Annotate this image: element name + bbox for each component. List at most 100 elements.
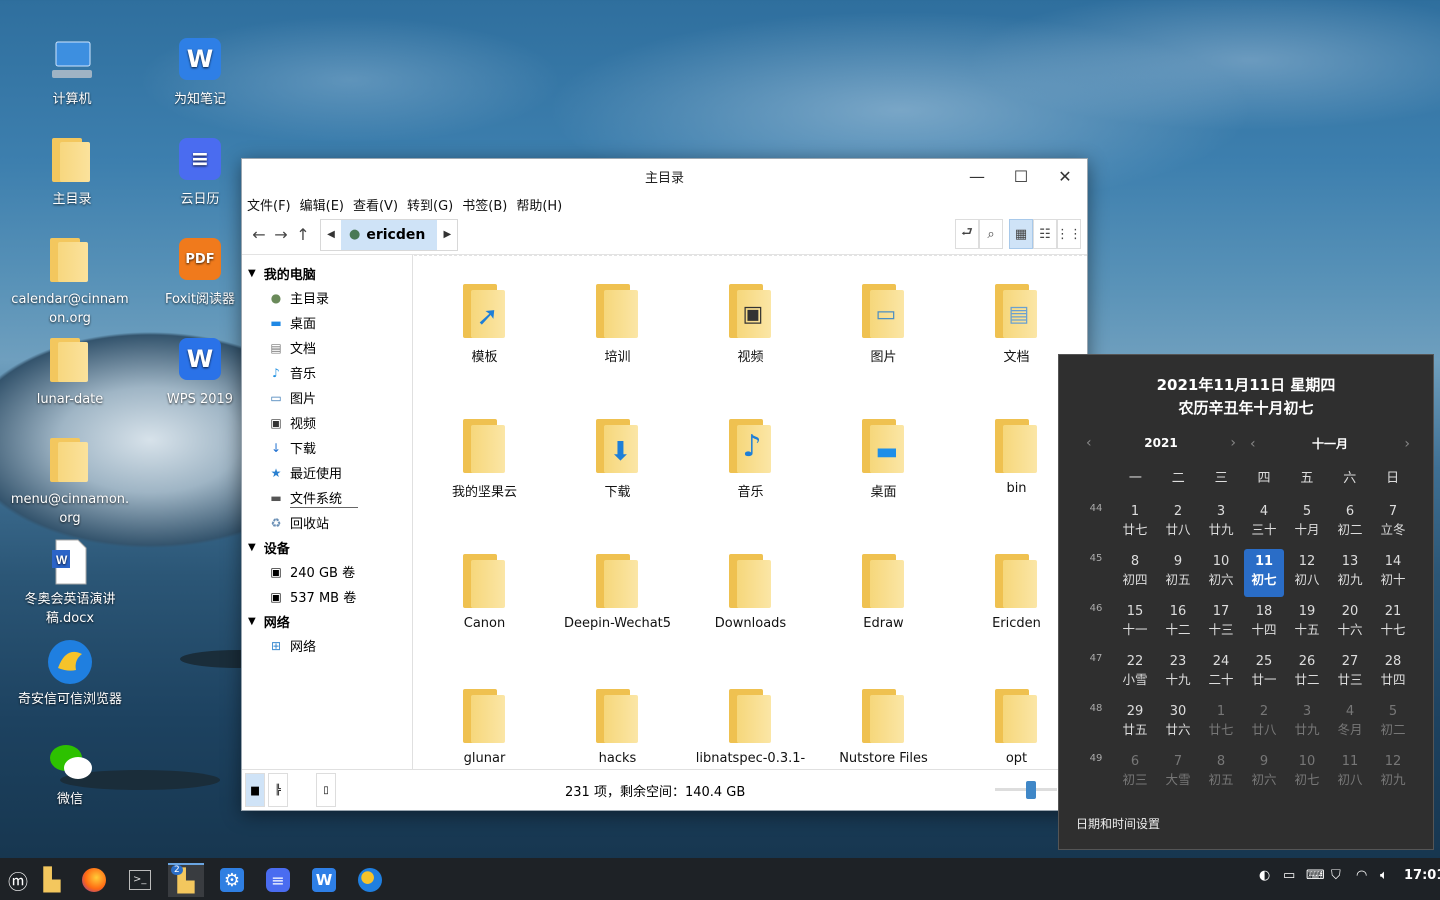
sidebar-item-network[interactable]: ⊞ 网络 xyxy=(242,633,412,658)
calendar-day[interactable]: 3 廿九 xyxy=(1287,699,1327,747)
sidebar-section-network[interactable]: ▼ 网络 xyxy=(242,609,412,633)
show-tree-button[interactable]: ╠ xyxy=(268,773,288,807)
calendar-day[interactable]: 3 廿九 xyxy=(1201,499,1241,547)
calendar-day[interactable]: 12 初八 xyxy=(1287,549,1327,597)
menu-bookmarks[interactable]: 书签(B) xyxy=(462,195,507,214)
menu-help[interactable]: 帮助(H) xyxy=(516,195,562,214)
calendar-day[interactable]: 15 十一 xyxy=(1115,599,1155,647)
sidebar-item-downloads[interactable]: ↓ 下载 xyxy=(242,435,412,460)
icon-view-button[interactable]: ▦ xyxy=(1009,219,1033,249)
calendar-day[interactable]: 13 初九 xyxy=(1330,549,1370,597)
calendar-day[interactable]: 2 廿八 xyxy=(1244,699,1284,747)
calendar-day[interactable]: 18 十四 xyxy=(1244,599,1284,647)
calendar-day-today[interactable]: 11 初七 xyxy=(1244,549,1284,597)
calendar-day[interactable]: 19 十五 xyxy=(1287,599,1327,647)
calendar-day[interactable]: 10 初六 xyxy=(1201,549,1241,597)
calendar-day[interactable]: 6 初二 xyxy=(1330,499,1370,547)
file-item[interactable]: libnatspec-0.3.1- xyxy=(684,689,817,766)
sidebar-item-pictures[interactable]: ▭ 图片 xyxy=(242,385,412,410)
wifi-icon[interactable]: ◠ xyxy=(1356,868,1367,883)
calendar-day[interactable]: 28 廿四 xyxy=(1373,649,1413,697)
calendar-day[interactable]: 5 十月 xyxy=(1287,499,1327,547)
maximize-button[interactable]: ☐ xyxy=(999,159,1043,193)
breadcrumb-current[interactable]: ● ericden xyxy=(341,219,438,250)
sidebar-item-home[interactable]: ● 主目录 xyxy=(242,285,412,310)
sidebar-section-my-computer[interactable]: ▼ 我的电脑 xyxy=(242,261,412,285)
calendar-day[interactable]: 9 初五 xyxy=(1158,549,1198,597)
settings-launcher[interactable]: ⚙ xyxy=(214,863,250,897)
file-item[interactable]: 我的坚果云 xyxy=(418,419,551,500)
file-item[interactable]: Downloads xyxy=(684,554,817,631)
calendar-day[interactable]: 8 初四 xyxy=(1115,549,1155,597)
wiznote-launcher[interactable]: W xyxy=(306,863,342,897)
file-item[interactable]: ⬇ 下载 xyxy=(551,419,684,500)
calendar-day[interactable]: 10 初七 xyxy=(1287,749,1327,797)
sidebar-item-desktop[interactable]: ▬ 桌面 xyxy=(242,310,412,335)
calendar-day[interactable]: 14 初十 xyxy=(1373,549,1413,597)
file-item[interactable]: 培训 xyxy=(551,284,684,365)
file-item[interactable]: Deepin-Wechat5 xyxy=(551,554,684,631)
file-item[interactable]: hacks xyxy=(551,689,684,766)
clock[interactable]: 17:01 xyxy=(1404,868,1440,883)
calendar-day[interactable]: 23 十九 xyxy=(1158,649,1198,697)
file-item[interactable]: glunar xyxy=(418,689,551,766)
desktop-icon-wiznote[interactable]: W 为知笔记 xyxy=(140,38,260,109)
file-item[interactable]: ▭ 图片 xyxy=(817,284,950,365)
file-item[interactable]: ➚ 模板 xyxy=(418,284,551,365)
sidebar-item-volume-537mb[interactable]: ▣ 537 MB 卷 xyxy=(242,584,412,609)
calendar-day[interactable]: 7 立冬 xyxy=(1373,499,1413,547)
calendar-day[interactable]: 4 三十 xyxy=(1244,499,1284,547)
title-bar[interactable]: 主目录 — ☐ ✕ xyxy=(242,159,1087,193)
calendar-day[interactable]: 26 廿二 xyxy=(1287,649,1327,697)
desktop-icon-lunar-date[interactable]: lunar-date xyxy=(10,338,130,409)
shield-icon[interactable]: ⛉ xyxy=(1331,868,1341,883)
file-item[interactable]: ▤ 文档 xyxy=(950,284,1083,365)
zoom-slider[interactable] xyxy=(995,781,1057,799)
calendar-day[interactable]: 24 二十 xyxy=(1201,649,1241,697)
cloud-calendar-launcher[interactable]: ≡ xyxy=(260,863,296,897)
up-button[interactable]: ↑ xyxy=(292,222,314,248)
file-item[interactable]: ♪ 音乐 xyxy=(684,419,817,500)
calendar-day[interactable]: 22 小雪 xyxy=(1115,649,1155,697)
minimize-button[interactable]: — xyxy=(955,159,999,193)
search-button[interactable]: ⌕ xyxy=(979,219,1003,249)
sidebar-item-trash[interactable]: ♻ 回收站 xyxy=(242,510,412,535)
next-year-button[interactable]: › xyxy=(1230,435,1236,451)
forward-button[interactable]: → xyxy=(270,222,292,248)
file-item[interactable]: ▣ 视频 xyxy=(684,284,817,365)
sidebar-item-documents[interactable]: ▤ 文档 xyxy=(242,335,412,360)
terminal-launcher[interactable]: >_ xyxy=(122,863,158,897)
calendar-day[interactable]: 5 初二 xyxy=(1373,699,1413,747)
sidebar-item-volume-240gb[interactable]: ▣ 240 GB 卷 xyxy=(242,559,412,584)
calendar-day[interactable]: 9 初六 xyxy=(1244,749,1284,797)
next-month-button[interactable]: › xyxy=(1404,436,1410,452)
calendar-day[interactable]: 7 大雪 xyxy=(1158,749,1198,797)
prev-year-button[interactable]: ‹ xyxy=(1086,435,1092,451)
breadcrumb-right-arrow[interactable]: ▶ xyxy=(437,229,457,240)
sidebar-item-music[interactable]: ♪ 音乐 xyxy=(242,360,412,385)
calendar-day[interactable]: 21 十七 xyxy=(1373,599,1413,647)
firefox-launcher[interactable] xyxy=(76,863,112,897)
calendar-day[interactable]: 17 十三 xyxy=(1201,599,1241,647)
desktop-icon-wechat[interactable]: 微信 xyxy=(10,738,130,809)
date-time-settings-link[interactable]: 日期和时间设置 xyxy=(1076,815,1160,832)
sidebar-item-filesystem[interactable]: ▬ 文件系统 xyxy=(242,485,412,510)
close-button[interactable]: ✕ xyxy=(1043,159,1087,193)
calendar-day[interactable]: 1 廿七 xyxy=(1201,699,1241,747)
file-item[interactable]: Edraw xyxy=(817,554,950,631)
browser-launcher[interactable] xyxy=(352,863,388,897)
menu-button[interactable]: ⓜ xyxy=(0,863,36,897)
sidebar-item-videos[interactable]: ▣ 视频 xyxy=(242,410,412,435)
hide-sidebar-button[interactable]: ▯ xyxy=(316,773,336,807)
breadcrumb-left-arrow[interactable]: ◀ xyxy=(321,229,341,240)
desktop-icon-calendar-cinnamon[interactable]: calendar@cinnamon.org xyxy=(10,238,130,328)
compact-view-button[interactable]: ⋮⋮ xyxy=(1056,219,1082,249)
list-view-button[interactable]: ☷ xyxy=(1033,219,1057,249)
menu-edit[interactable]: 编辑(E) xyxy=(300,195,344,214)
calendar-day[interactable]: 16 十二 xyxy=(1158,599,1198,647)
calendar-day[interactable]: 25 廿一 xyxy=(1244,649,1284,697)
drive-icon[interactable]: ▭ xyxy=(1283,868,1295,883)
calendar-day[interactable]: 8 初五 xyxy=(1201,749,1241,797)
calendar-day[interactable]: 11 初八 xyxy=(1330,749,1370,797)
menu-go[interactable]: 转到(G) xyxy=(407,195,453,214)
